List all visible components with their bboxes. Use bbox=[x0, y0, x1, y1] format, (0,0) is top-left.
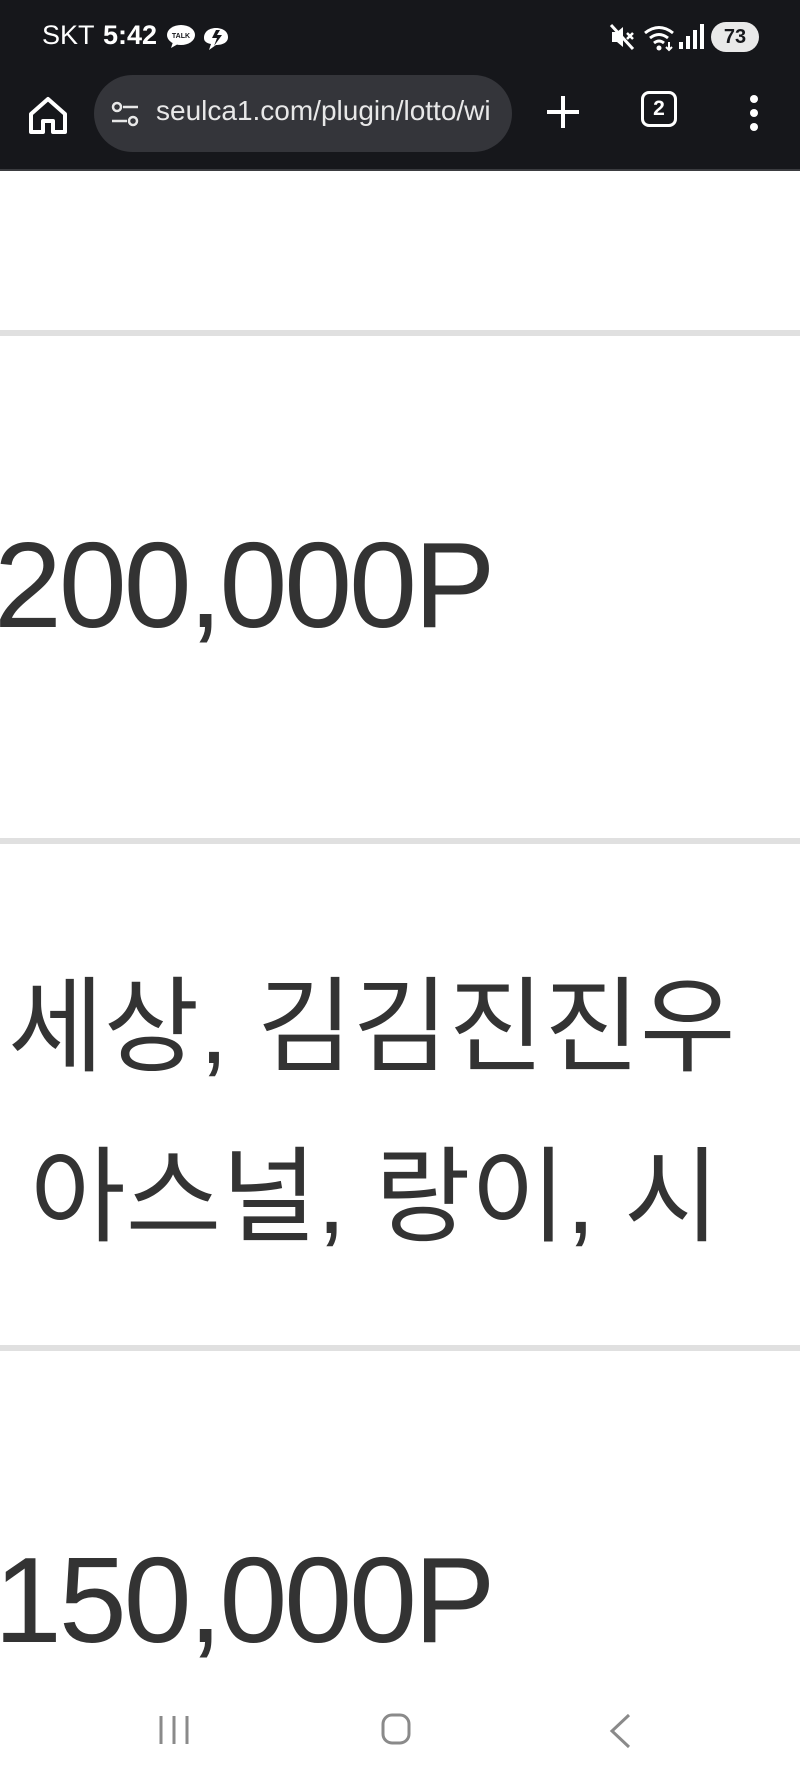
browser-toolbar: seulca1.com/plugin/lotto/wi 2 bbox=[0, 75, 800, 171]
prize-amount: 200,000P bbox=[0, 517, 495, 653]
status-bar: SKT 5:42 TALK 73 bbox=[0, 0, 800, 75]
home-nav-icon[interactable] bbox=[380, 1712, 412, 1746]
chat-bubble-icon bbox=[204, 28, 228, 50]
talk-badge-text: TALK bbox=[172, 33, 190, 40]
row-divider bbox=[0, 838, 800, 844]
winner-names-line: 아스널, 랑이, 시 bbox=[30, 1140, 720, 1256]
battery-icon: 73 bbox=[711, 22, 759, 52]
clock: 5:42 bbox=[103, 20, 158, 50]
site-settings-icon[interactable] bbox=[110, 99, 140, 129]
more-menu-icon[interactable] bbox=[742, 93, 766, 133]
back-icon[interactable] bbox=[605, 1712, 635, 1750]
prize-amount: 150,000P bbox=[0, 1532, 495, 1668]
mute-icon bbox=[609, 23, 635, 51]
home-icon[interactable] bbox=[26, 93, 70, 137]
talk-icon: TALK bbox=[167, 25, 195, 48]
tab-switcher-icon[interactable]: 2 bbox=[641, 91, 677, 127]
system-nav-bar bbox=[0, 1680, 800, 1778]
row-divider bbox=[0, 330, 800, 336]
winner-names-line: 세상, 김김진진우 bbox=[8, 970, 736, 1086]
row-divider bbox=[0, 1345, 800, 1351]
wifi-icon bbox=[644, 26, 674, 52]
carrier-label: SKT bbox=[42, 20, 95, 50]
recent-apps-icon[interactable] bbox=[155, 1712, 193, 1748]
new-tab-icon[interactable] bbox=[544, 93, 582, 131]
address-bar[interactable]: seulca1.com/plugin/lotto/wi bbox=[94, 75, 512, 152]
url-text[interactable]: seulca1.com/plugin/lotto/wi bbox=[156, 95, 491, 127]
signal-icon bbox=[679, 24, 704, 49]
